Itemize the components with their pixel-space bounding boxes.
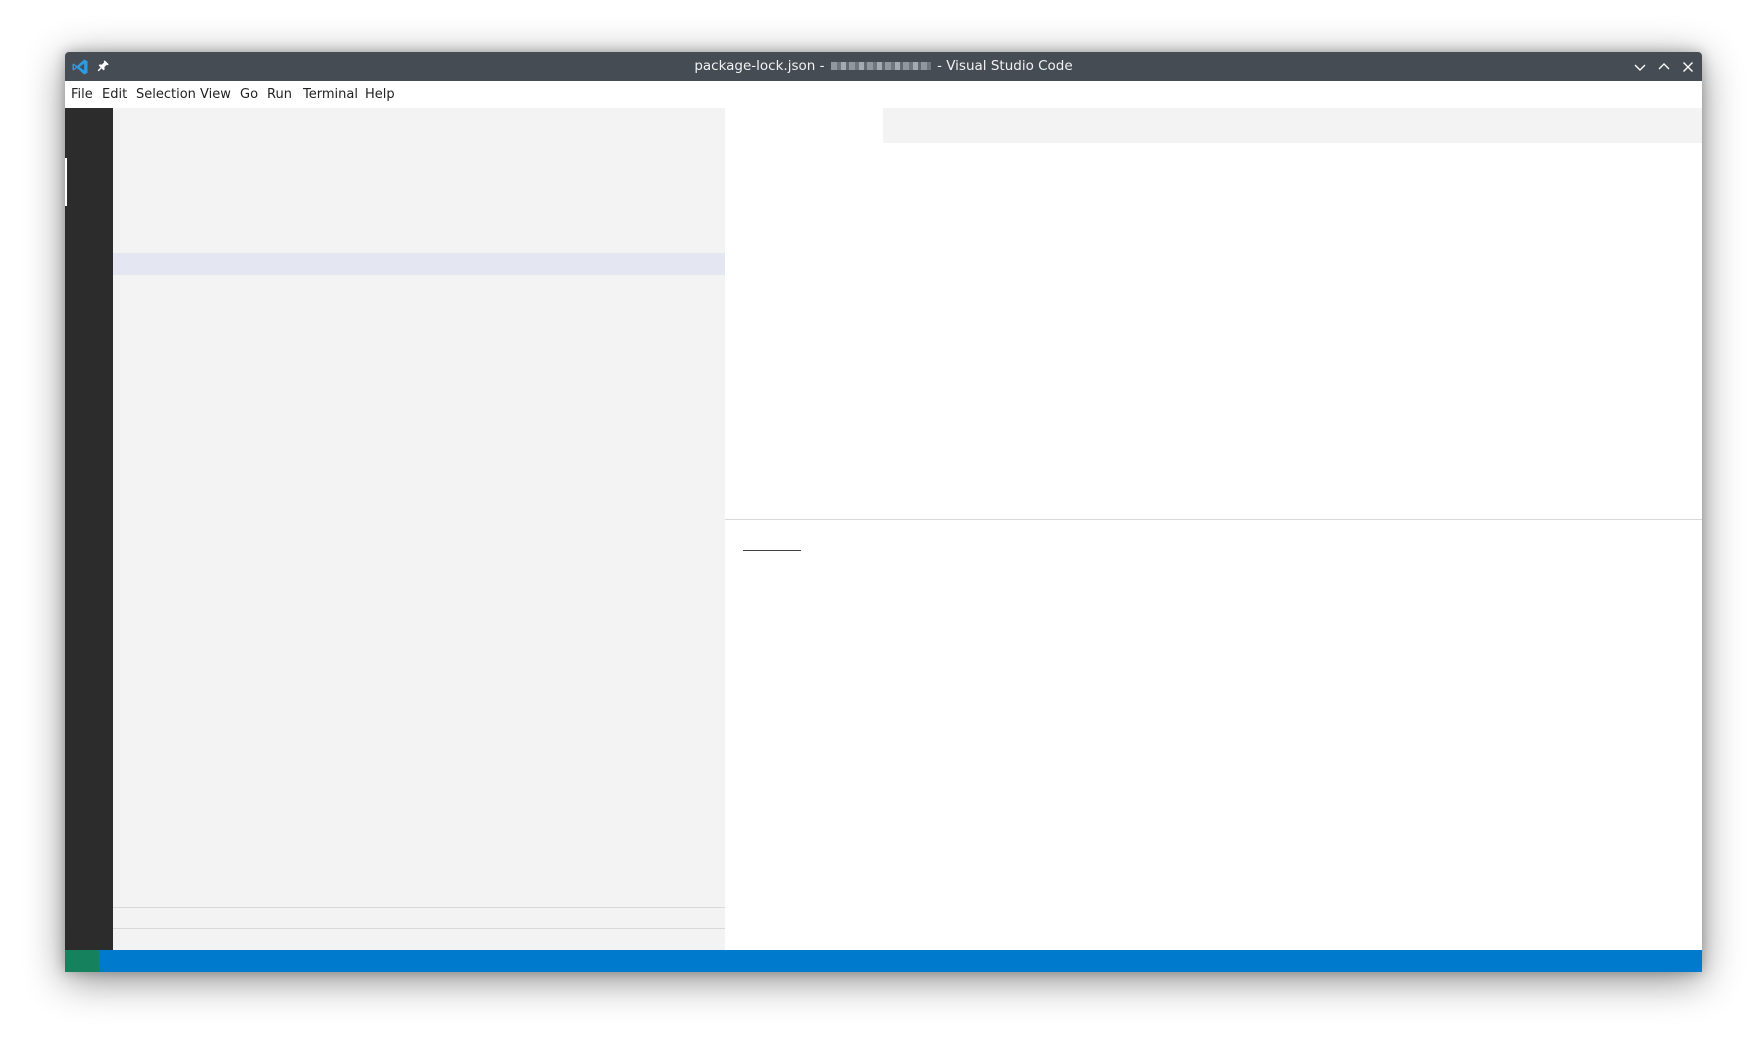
status-bar[interactable] bbox=[65, 950, 1702, 972]
pin-icon[interactable] bbox=[96, 59, 110, 73]
active-panel-tab[interactable] bbox=[743, 550, 801, 551]
menu-run[interactable]: Run bbox=[267, 81, 292, 108]
vscode-logo-icon[interactable] bbox=[71, 58, 89, 76]
menu-selection[interactable]: Selection bbox=[136, 81, 196, 108]
editor-tab-bar[interactable] bbox=[883, 108, 1702, 143]
remote-indicator[interactable] bbox=[65, 950, 99, 972]
selected-tree-row[interactable] bbox=[113, 253, 725, 275]
editor-area[interactable] bbox=[725, 108, 1702, 520]
menu-edit[interactable]: Edit bbox=[102, 81, 127, 108]
menu-file[interactable]: File bbox=[71, 81, 93, 108]
redacted-path bbox=[830, 62, 931, 70]
menu-help[interactable]: Help bbox=[365, 81, 395, 108]
chevron-up-icon[interactable] bbox=[1654, 57, 1674, 77]
menu-go[interactable]: Go bbox=[240, 81, 258, 108]
window-title: package-lock.json - - Visual Studio Code bbox=[65, 52, 1702, 81]
sidebar-section-divider bbox=[113, 928, 725, 929]
desktop-background: package-lock.json - - Visual Studio Code… bbox=[0, 0, 1763, 1047]
menu-bar: File Edit Selection View Go Run Terminal… bbox=[65, 81, 1702, 108]
vscode-window: package-lock.json - - Visual Studio Code… bbox=[65, 52, 1702, 972]
chevron-down-icon[interactable] bbox=[1630, 57, 1650, 77]
menu-view[interactable]: View bbox=[200, 81, 231, 108]
close-icon[interactable] bbox=[1678, 57, 1698, 77]
activity-bar[interactable] bbox=[65, 108, 113, 950]
menu-terminal[interactable]: Terminal bbox=[303, 81, 358, 108]
window-title-filename: package-lock.json - bbox=[694, 58, 829, 74]
active-view-indicator bbox=[65, 158, 67, 206]
sidebar-section-divider bbox=[113, 907, 725, 908]
window-title-app: - Visual Studio Code bbox=[932, 58, 1073, 74]
side-bar[interactable] bbox=[113, 108, 725, 950]
bottom-panel[interactable] bbox=[725, 520, 1702, 950]
title-bar[interactable]: package-lock.json - - Visual Studio Code bbox=[65, 52, 1702, 81]
